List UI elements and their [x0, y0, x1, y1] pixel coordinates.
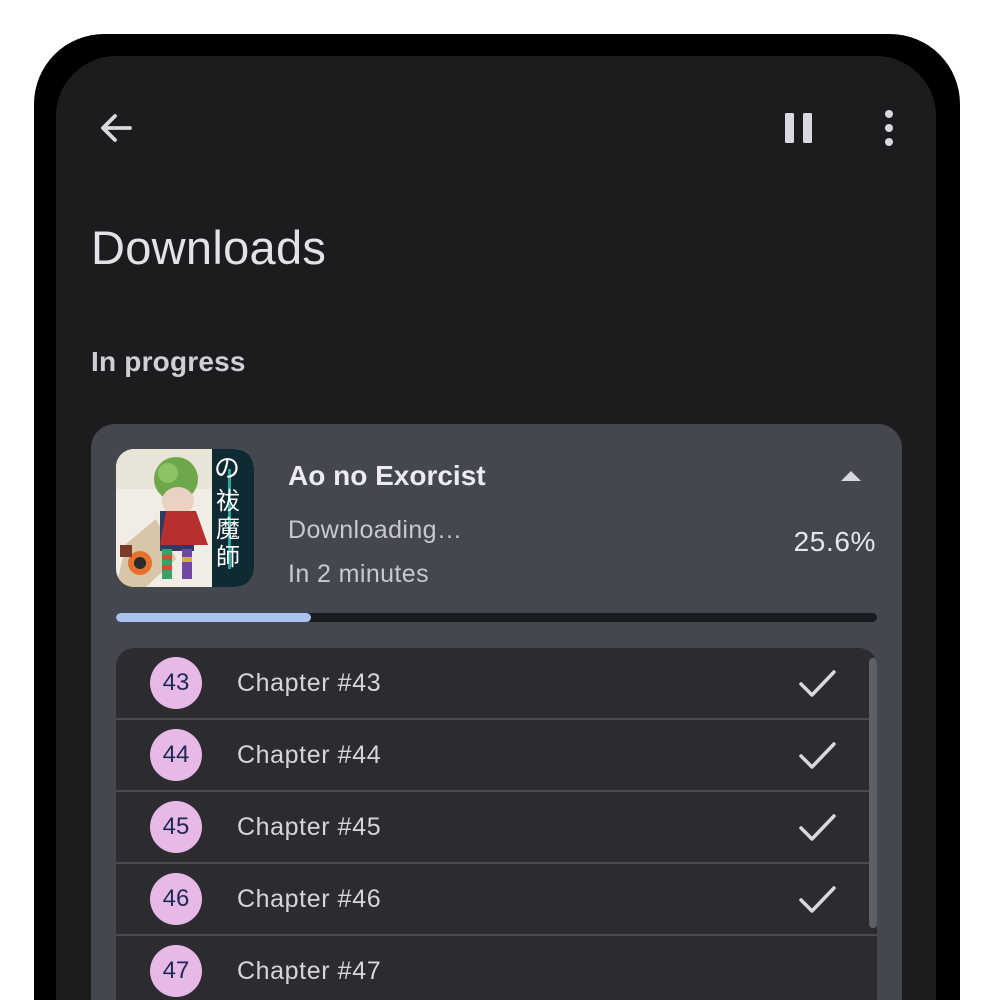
chapter-number-badge: 43	[150, 657, 202, 709]
arrow-back-icon	[101, 114, 132, 142]
chapter-number-badge: 46	[150, 873, 202, 925]
app-screen: Downloads In progress の 祓 魔 師 Ao no Exor…	[56, 56, 936, 1000]
cover-title-text: の	[214, 454, 240, 484]
back-button[interactable]	[86, 102, 146, 154]
more-options-button[interactable]	[864, 102, 914, 154]
chapter-label: Chapter #44	[237, 740, 382, 769]
chapter-row[interactable]: 44 Chapter #44	[116, 720, 877, 792]
chapter-label: Chapter #47	[237, 956, 382, 985]
pause-all-button[interactable]	[772, 102, 826, 154]
download-card[interactable]: の 祓 魔 師 Ao no Exorcist Downloading… In 2…	[91, 424, 902, 1000]
check-icon	[799, 670, 836, 697]
download-eta: In 2 minutes	[288, 560, 429, 588]
chapter-label: Chapter #45	[237, 812, 382, 841]
caret-up-icon	[841, 471, 861, 481]
check-icon	[799, 886, 836, 913]
manga-title: Ao no Exorcist	[288, 460, 486, 491]
section-label: In progress	[91, 346, 246, 377]
svg-text:祓: 祓	[216, 487, 240, 515]
manga-cover: の 祓 魔 師	[116, 449, 254, 587]
page-title: Downloads	[91, 221, 327, 274]
check-icon	[799, 742, 836, 769]
chapter-number-badge: 44	[150, 729, 202, 781]
chapter-number-badge: 47	[150, 945, 202, 997]
chapter-label: Chapter #46	[237, 884, 382, 913]
chapter-row[interactable]: 43 Chapter #43	[116, 648, 877, 720]
download-progress-fill	[116, 613, 311, 622]
check-icon	[799, 814, 836, 841]
svg-text:魔: 魔	[216, 515, 240, 543]
chapter-row[interactable]: 47 Chapter #47	[116, 936, 877, 1000]
download-progress-bar	[116, 613, 877, 622]
download-status: Downloading…	[288, 516, 463, 544]
chapter-number-badge: 45	[150, 801, 202, 853]
collapse-button[interactable]	[829, 454, 873, 498]
chapter-list[interactable]: 43 Chapter #43 44 Chapter #44 45 Chapter…	[116, 648, 877, 1000]
svg-text:師: 師	[216, 543, 240, 571]
chapter-list-scrollbar[interactable]	[869, 658, 877, 928]
pause-icon	[785, 113, 812, 143]
download-percent: 25.6%	[793, 526, 876, 557]
chapter-row[interactable]: 45 Chapter #45	[116, 792, 877, 864]
more-vert-icon	[885, 110, 893, 146]
chapter-row[interactable]: 46 Chapter #46	[116, 864, 877, 936]
chapter-label: Chapter #43	[237, 668, 382, 697]
